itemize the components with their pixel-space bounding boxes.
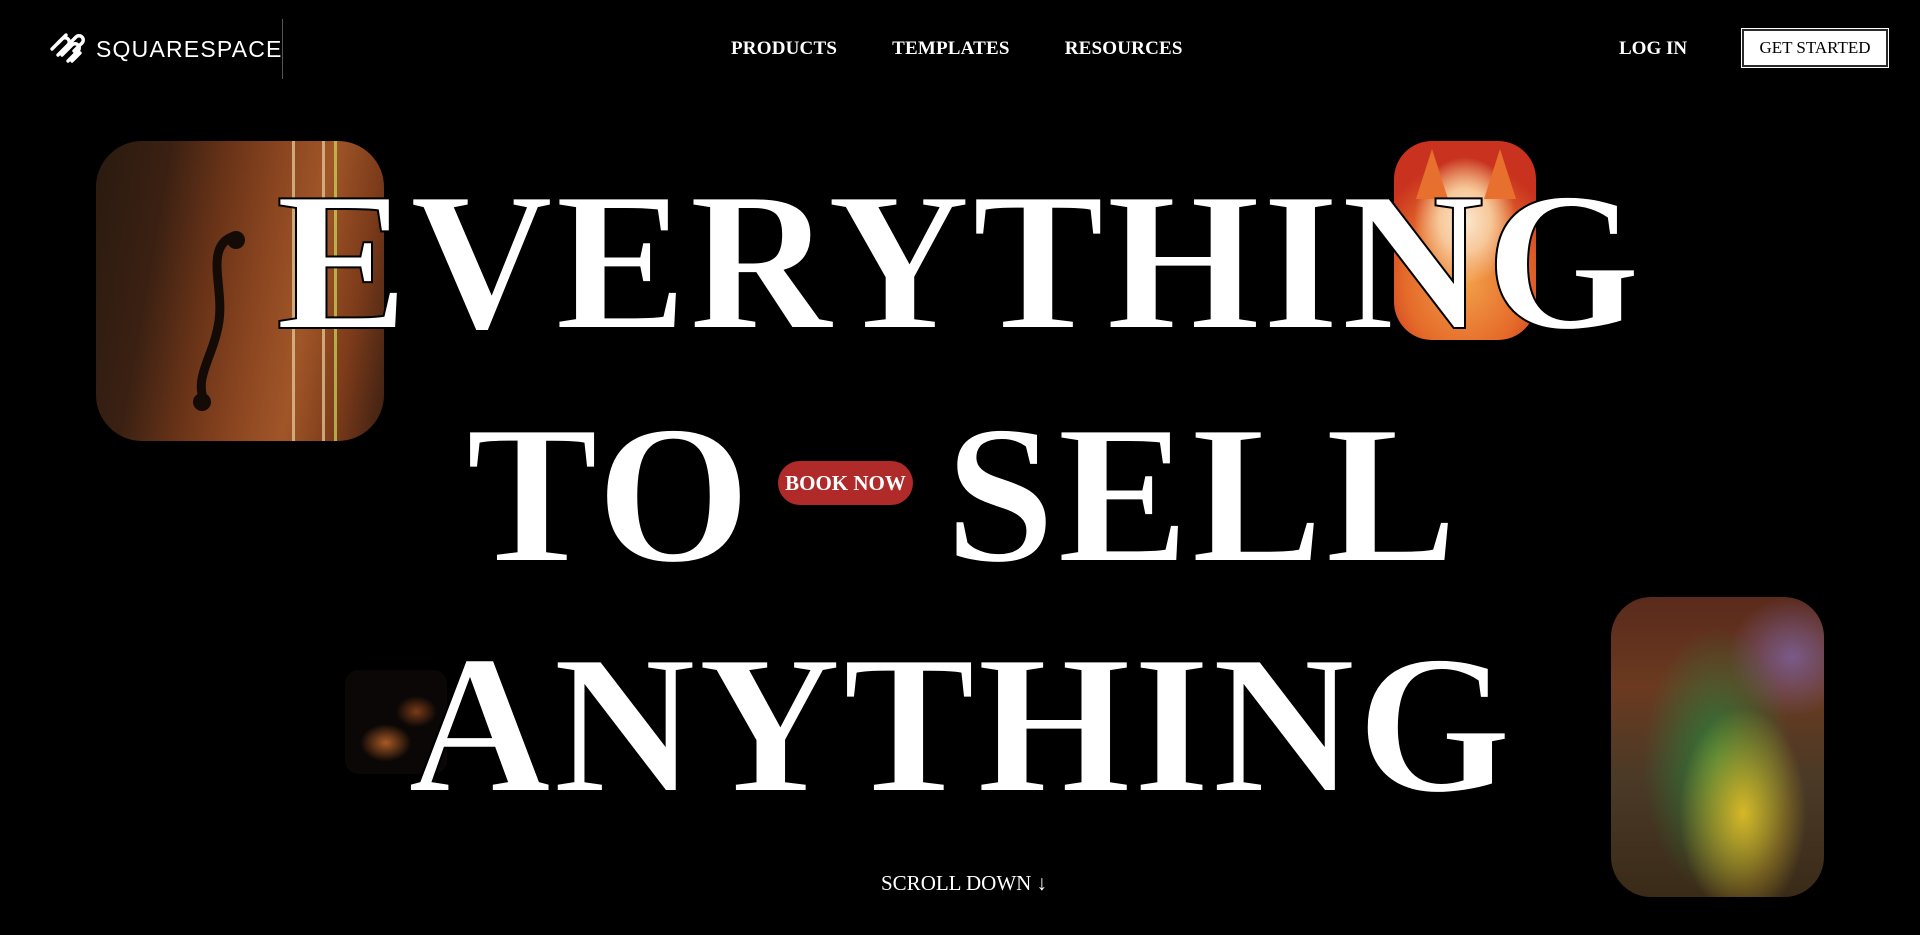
violin-f-hole (193, 231, 245, 411)
site-header: SQUARESPACE PRODUCTS TEMPLATES RESOURCES… (0, 0, 1920, 98)
main-nav: PRODUCTS TEMPLATES RESOURCES (731, 38, 1183, 60)
headline-everything: EVERYTHING (275, 152, 1643, 371)
painting-sorceress (1611, 597, 1824, 897)
nav-templates[interactable]: TEMPLATES (892, 38, 1010, 60)
headline-to: TO (465, 385, 753, 604)
headline-anything: ANYTHING (407, 615, 1514, 834)
scroll-down-link[interactable]: SCROLL DOWN ↓ (881, 871, 1047, 896)
get-started-button[interactable]: GET STARTED (1741, 28, 1889, 68)
squarespace-logo-icon (50, 33, 85, 63)
nav-products[interactable]: PRODUCTS (731, 38, 837, 60)
book-now-button[interactable]: BOOK NOW (778, 461, 913, 505)
headline-sell: SELL (944, 385, 1460, 604)
nav-resources[interactable]: RESOURCES (1065, 38, 1183, 60)
logo-wordmark: SQUARESPACE (96, 35, 283, 62)
login-link[interactable]: LOG IN (1619, 38, 1687, 60)
squarespace-logo[interactable]: SQUARESPACE (48, 33, 283, 65)
header-divider (282, 19, 283, 79)
